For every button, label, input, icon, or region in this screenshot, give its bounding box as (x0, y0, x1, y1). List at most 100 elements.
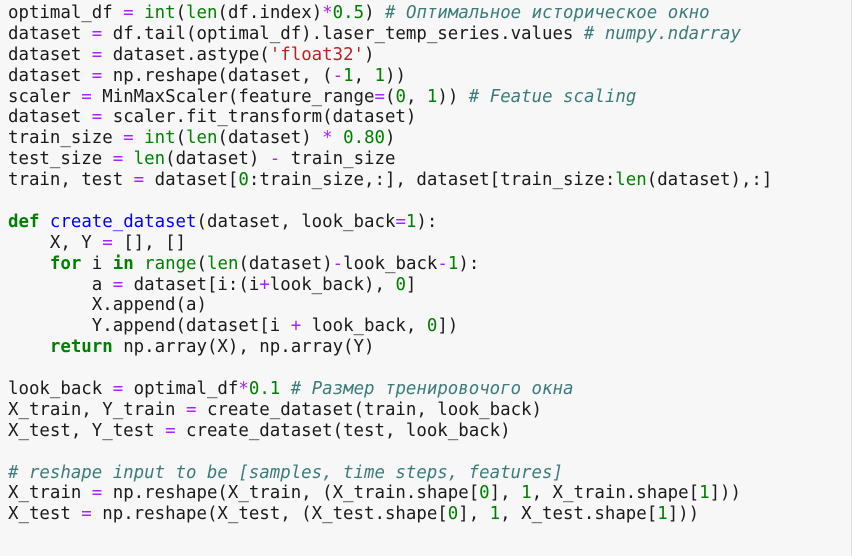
code-text-token: i (81, 253, 113, 274)
code-line: train, test = dataset[0:train_size,:], d… (8, 170, 851, 191)
operator-token: = (91, 44, 103, 65)
code-text-token: look_back), (269, 274, 396, 295)
code-text-token: (dataset, look_back (196, 211, 396, 232)
code-editor[interactable]: optimal_df = int(len(df.index)*0.5) # Оп… (0, 0, 851, 525)
code-line: X, Y = [], [] (8, 233, 851, 254)
code-text-token: look_back (8, 379, 113, 400)
operator-token: + (259, 274, 270, 295)
number-token: 0.80 (343, 128, 386, 149)
number-token: 0 (447, 504, 459, 525)
comment-token: # Featue scaling (468, 86, 637, 107)
code-text-token: (dataset) (165, 149, 270, 170)
code-text-token: dataset.astype( (102, 44, 270, 65)
builtin-token: int (144, 128, 176, 149)
number-token: 0 (479, 483, 490, 504)
code-text-token: look_back, (301, 316, 427, 337)
keyword-token: return (49, 337, 113, 358)
comment-token: # Размер тренировочого окна (290, 379, 574, 400)
code-line: X.append(a) (8, 295, 851, 316)
code-text-token: [], [] (112, 232, 187, 253)
code-text-token: (dataset) (217, 128, 323, 149)
code-text-token: (df.index) (217, 3, 323, 23)
code-text-token: )) (385, 65, 406, 86)
code-text-token: ], (458, 504, 490, 525)
function-name-token: create_dataset (49, 211, 197, 232)
number-token: 0.5 (332, 3, 365, 23)
code-text-token: X.append(a) (8, 295, 207, 316)
number-token: 1 (405, 211, 417, 232)
code-text-token: dataset (8, 23, 92, 44)
operator-token: = (112, 379, 124, 400)
operator-token: = (102, 232, 113, 253)
code-text-token: X, Y (8, 232, 103, 253)
operator-token: * (322, 128, 333, 149)
builtin-token: range (144, 253, 197, 274)
code-text-token: look_back (343, 253, 438, 274)
code-text-token: MinMaxScaler(feature_range (91, 86, 375, 107)
keyword-token: def (8, 211, 40, 232)
code-text-token: , X_test.shape[ (500, 504, 658, 525)
code-text-token: test_size (8, 149, 113, 170)
code-line: dataset = df.tail(optimal_df).laser_temp… (8, 24, 851, 45)
operator-token: = (81, 86, 92, 107)
code-text-token: X_test, Y_test (8, 420, 166, 441)
code-text-token: , (405, 86, 427, 107)
code-text-token: ] (405, 274, 417, 295)
number-token: 0 (426, 316, 438, 337)
code-text-token: ], (489, 483, 522, 504)
code-text-token: np.reshape(X_test, (X_test.shape[ (91, 504, 448, 525)
operator-token: = (186, 399, 197, 420)
code-text-token: dataset[ (144, 170, 239, 191)
code-line: a = dataset[i:(i+look_back), 0] (8, 275, 851, 296)
code-text-token: ): (458, 253, 480, 274)
code-line: X_train = np.reshape(X_train, (X_train.s… (8, 483, 851, 504)
operator-token: = (112, 274, 124, 295)
operator-token: - (332, 65, 344, 86)
code-text-token: dataset[i:(i (123, 274, 260, 295)
operator-token: = (91, 65, 103, 86)
number-token: 1 (657, 504, 668, 525)
code-text-token: a (8, 274, 113, 295)
code-line: look_back = optimal_df*0.1 # Размер трен… (8, 379, 851, 400)
number-token: 0 (395, 86, 406, 107)
operator-token: = (165, 420, 176, 441)
code-text-token: Y.append(dataset[i (8, 316, 291, 337)
operator-token: = (374, 86, 385, 107)
code-text-token: ) (364, 3, 386, 23)
number-token: 1 (521, 483, 532, 504)
code-text-token: ) (364, 44, 375, 65)
code-line: # reshape input to be [samples, time ste… (8, 463, 851, 484)
code-text-token: ( (384, 86, 396, 107)
code-text-token: X_train (8, 483, 92, 504)
builtin-token: len (186, 128, 218, 149)
code-text-token: dataset (8, 107, 92, 128)
code-text-token: dataset (8, 65, 92, 86)
code-line: X_test = np.reshape(X_test, (X_test.shap… (8, 504, 851, 525)
number-token: 1 (343, 65, 354, 86)
number-token: 1 (426, 86, 438, 107)
code-cell[interactable]: optimal_df = int(len(df.index)*0.5) # Оп… (0, 0, 852, 556)
number-token: 0.1 (248, 379, 281, 400)
comment-token: # reshape input to be [samples, time ste… (8, 462, 563, 483)
code-text-token: np.reshape(dataset, ( (102, 65, 333, 86)
code-line: return np.array(X), np.array(Y) (8, 337, 851, 358)
operator-token: + (290, 316, 302, 337)
code-line: for i in range(len(dataset)-look_back-1)… (8, 254, 851, 275)
keyword-token: in (112, 253, 134, 274)
comment-token: # Оптимальное историческое окно (385, 3, 710, 23)
code-line: X_train, Y_train = create_dataset(train,… (8, 400, 851, 421)
operator-token: = (123, 128, 134, 149)
code-text-token: (dataset),:] (646, 170, 773, 191)
code-line: Y.append(dataset[i + look_back, 0]) (8, 316, 851, 337)
string-token: 'float32' (269, 44, 365, 65)
code-line: scaler = MinMaxScaler(feature_range=(0, … (8, 87, 851, 108)
